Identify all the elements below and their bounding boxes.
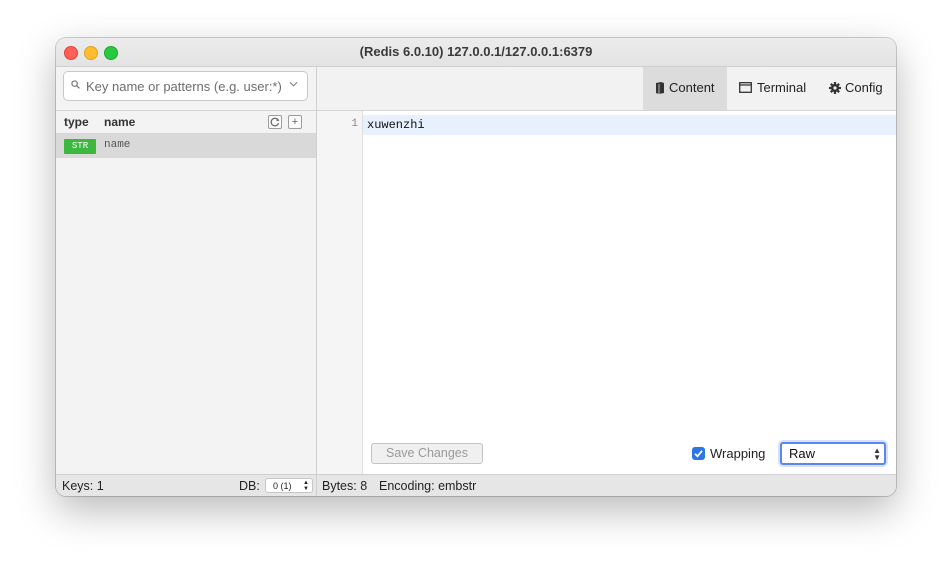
window-icon (739, 82, 752, 93)
refresh-button[interactable] (268, 115, 282, 129)
title-bar: (Redis 6.0.10) 127.0.0.1/127.0.0.1:6379 (56, 38, 896, 67)
key-list-item[interactable]: STR name (56, 134, 316, 158)
status-divider (316, 475, 317, 496)
save-changes-button[interactable]: Save Changes (371, 443, 483, 464)
db-label: DB: (239, 479, 260, 493)
value-toolbar: Content Terminal Config (317, 67, 896, 111)
select-arrows-icon: ▲ ▼ (303, 480, 309, 492)
add-key-button[interactable]: + (288, 115, 302, 129)
search-input[interactable] (86, 77, 284, 95)
format-select[interactable]: Raw ▲ ▼ (780, 442, 886, 465)
keys-count: Keys: 1 (62, 479, 104, 493)
key-search-box[interactable] (63, 71, 308, 101)
format-select-value: Raw (789, 446, 816, 461)
select-arrows-icon: ▲ ▼ (873, 446, 881, 462)
book-icon (656, 82, 664, 94)
chevron-down-icon[interactable] (289, 81, 298, 87)
line-number-gutter: 1 (317, 111, 363, 474)
tab-content[interactable]: Content (643, 67, 727, 110)
key-name: name (104, 139, 131, 151)
key-browser-panel: type name + STR name (56, 67, 317, 474)
gear-icon (829, 82, 841, 94)
tab-config[interactable]: Config (816, 67, 896, 110)
tab-config-label: Config (845, 80, 883, 95)
search-icon (71, 80, 80, 89)
tab-terminal-label: Terminal (757, 80, 807, 95)
window-title: (Redis 6.0.10) 127.0.0.1/127.0.0.1:6379 (359, 44, 593, 59)
value-text[interactable]: xuwenzhi (367, 118, 425, 132)
wrapping-label[interactable]: Wrapping (710, 446, 765, 461)
checkmark-icon (694, 450, 703, 458)
plus-icon: + (291, 116, 299, 128)
refresh-icon (270, 117, 280, 127)
column-type-header[interactable]: type (64, 115, 89, 129)
status-bar: Keys: 1 DB: 0 (1) ▲ ▼ Bytes: 8 Encoding: … (56, 474, 896, 496)
line-number: 1 (351, 118, 358, 130)
key-list-header: type name + (56, 110, 316, 134)
type-badge-str: STR (64, 139, 96, 154)
tab-content-label: Content (669, 80, 715, 95)
value-editor[interactable]: 1 xuwenzhi Save Changes Wrapping Raw ▲ ▼ (317, 111, 896, 474)
value-encoding: Encoding: embstr (379, 479, 477, 493)
app-window: (Redis 6.0.10) 127.0.0.1/127.0.0.1:6379 … (56, 38, 896, 496)
db-select-value: 0 (1) (273, 481, 292, 491)
wrapping-checkbox[interactable] (692, 447, 705, 460)
tab-terminal[interactable]: Terminal (727, 67, 815, 110)
column-name-header[interactable]: name (104, 115, 135, 129)
value-bytes: Bytes: 8 (322, 479, 368, 493)
active-line-highlight (363, 115, 896, 135)
db-select[interactable]: 0 (1) ▲ ▼ (265, 478, 313, 493)
